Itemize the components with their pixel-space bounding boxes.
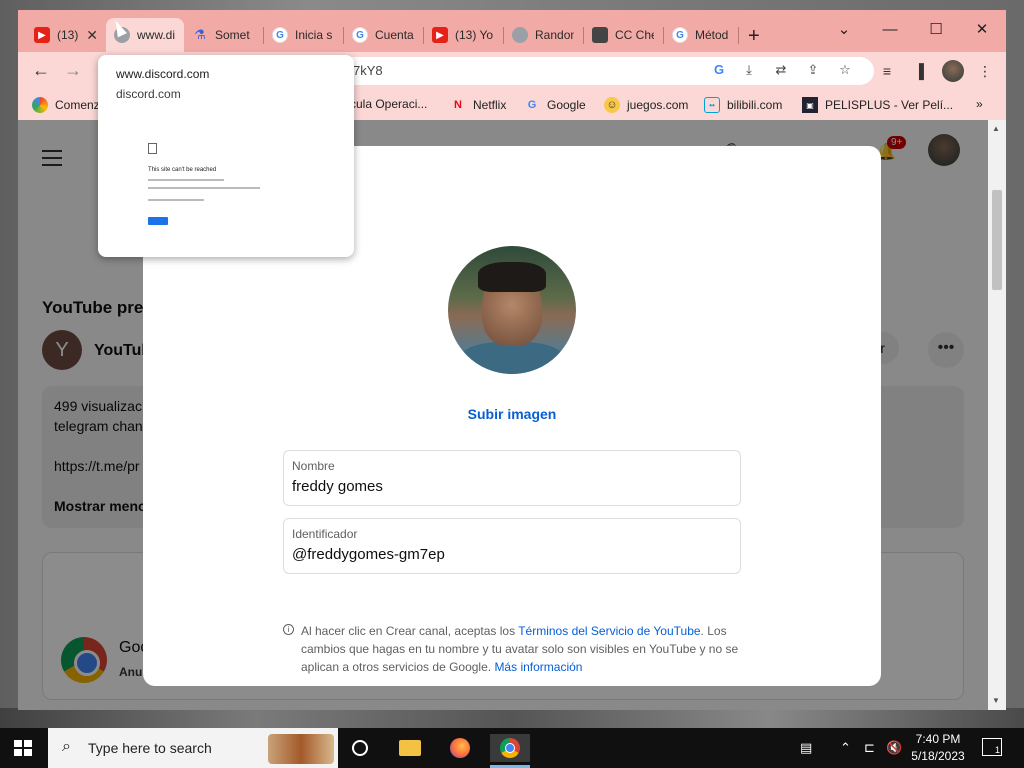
tray-chevron-icon[interactable]: ⌃ [840,740,851,756]
error-document-icon [148,143,157,154]
scroll-thumb[interactable] [992,190,1002,290]
new-tab-button[interactable]: + [748,25,760,48]
browser-window: ▶ (13) ✕ www.di ⚗ Somet G Inicia s G Cue… [18,10,1006,710]
more-info-link[interactable]: Más información [494,660,582,674]
terms-of-service-link[interactable]: Términos del Servicio de YouTube [518,624,700,638]
channel-avatar-image [448,246,576,374]
side-panel-icon[interactable]: ▐ [910,63,928,79]
netflix-icon: N [454,99,462,111]
search-highlight-image [268,734,334,764]
address-text: 7kY8 [353,63,383,78]
forward-arrow-icon[interactable]: → [64,60,82,81]
tab-search-chevron-icon[interactable]: ⌄ [821,16,867,44]
tab-google-2[interactable]: G Cuenta [344,18,422,52]
minimize-button[interactable]: — [867,16,913,44]
name-field[interactable]: Nombre freddy gomes [283,450,741,506]
cortana-icon[interactable] [346,734,374,762]
system-clock[interactable]: 7:40 PM 5/18/2023 [906,731,970,765]
windows-start-icon[interactable] [14,740,32,756]
firefox-icon[interactable] [446,734,474,762]
search-icon: ⌕ [62,738,71,755]
page-scrollbar[interactable]: ▲ ▼ [988,120,1006,710]
taskbar-search[interactable]: ⌕ Type here to search [48,728,338,768]
bookmark-pelisplus[interactable]: ▣ PELISPLUS - Ver Pelí... [802,97,953,113]
bookmarks-overflow-icon[interactable]: » [976,97,983,111]
search-placeholder: Type here to search [88,740,212,756]
handle-input[interactable]: @freddygomes-gm7ep [292,546,445,563]
windows-taskbar: ⌕ Type here to search ▤ ⌃ ⊏ 🔇 7:40 PM 5/… [0,728,1024,768]
pelisplus-icon: ▣ [802,97,818,113]
network-icon[interactable]: ⊏ [864,740,875,756]
hovercard-domain: discord.com [116,87,181,101]
close-icon[interactable]: ✕ [86,27,98,44]
bookmark-pelicula[interactable]: lícula Operaci... [344,97,427,111]
tab-youtube-2[interactable]: ▶ (13) Yo [424,18,502,52]
tab-cc-checker[interactable]: CC Che [584,18,662,52]
name-input[interactable]: freddy gomes [292,478,383,495]
chrome-taskbar-icon[interactable] [490,734,530,762]
youtube-icon: ▶ [432,27,448,43]
cc-icon [592,27,608,43]
install-icon[interactable]: ⤓ [740,62,758,80]
media-queue-icon[interactable]: ≡ [878,63,896,79]
google-icon: G [527,99,537,111]
translate-icon[interactable]: ⇄ [772,62,790,80]
upload-image-link[interactable]: Subir imagen [143,406,881,422]
tab-google-1[interactable]: G Inicia s [264,18,342,52]
page-preview-thumbnail: This site can't be reached [144,139,324,239]
emoji-icon: ☺ [604,97,620,113]
bilibili-icon: •• [704,97,720,113]
share-icon[interactable]: ⇪ [804,62,822,80]
tab-metodo[interactable]: G Métod [664,18,742,52]
flask-icon: ⚗ [194,27,206,42]
tab-bar: ▶ (13) ✕ www.di ⚗ Somet G Inicia s G Cue… [18,10,1006,52]
volume-muted-icon[interactable]: 🔇 [886,740,902,756]
google-icon: G [672,27,688,43]
menu-kebab-icon[interactable]: ⋮ [976,63,994,80]
tab-youtube-1[interactable]: ▶ (13) ✕ [26,18,106,52]
scroll-down-icon[interactable]: ▼ [992,696,1000,705]
info-icon: i [283,624,294,635]
bookmark-comenzar[interactable]: Comenz [32,97,100,113]
bookmark-netflix[interactable]: N Netflix [450,97,506,113]
notification-center-icon[interactable]: 1 [982,738,1002,756]
scroll-up-icon[interactable]: ▲ [992,124,1000,133]
handle-field[interactable]: Identificador @freddygomes-gm7ep [283,518,741,574]
youtube-icon: ▶ [34,27,50,43]
google-icon: G [352,27,368,43]
bookmark-juegos[interactable]: ☺ juegos.com [604,97,688,113]
chrome-icon [32,97,48,113]
tab-flask[interactable]: ⚗ Somet [184,18,262,52]
google-icon: G [272,27,288,43]
maximize-button[interactable]: ☐ [913,16,959,44]
bookmark-star-icon[interactable]: ☆ [836,62,854,80]
file-explorer-icon[interactable] [396,734,424,762]
tab-random[interactable]: Randon [504,18,582,52]
bookmark-google[interactable]: G Google [524,97,586,113]
bookmark-bilibili[interactable]: •• bilibili.com [704,97,782,113]
close-window-button[interactable]: ✕ [959,16,1005,44]
hovercard-title: www.discord.com [116,67,210,81]
back-arrow-icon[interactable]: ← [32,60,50,81]
reload-button-thumbnail [148,217,168,225]
tab-hover-card: www.discord.com discord.com This site ca… [98,55,354,257]
news-widget-icon[interactable]: ▤ [800,740,812,756]
google-lens-icon[interactable]: G [710,62,728,80]
globe-icon [512,27,528,43]
desktop-strip [0,708,1024,728]
terms-notice: i Al hacer clic en Crear canal, aceptas … [283,622,743,676]
profile-avatar[interactable] [942,60,964,82]
